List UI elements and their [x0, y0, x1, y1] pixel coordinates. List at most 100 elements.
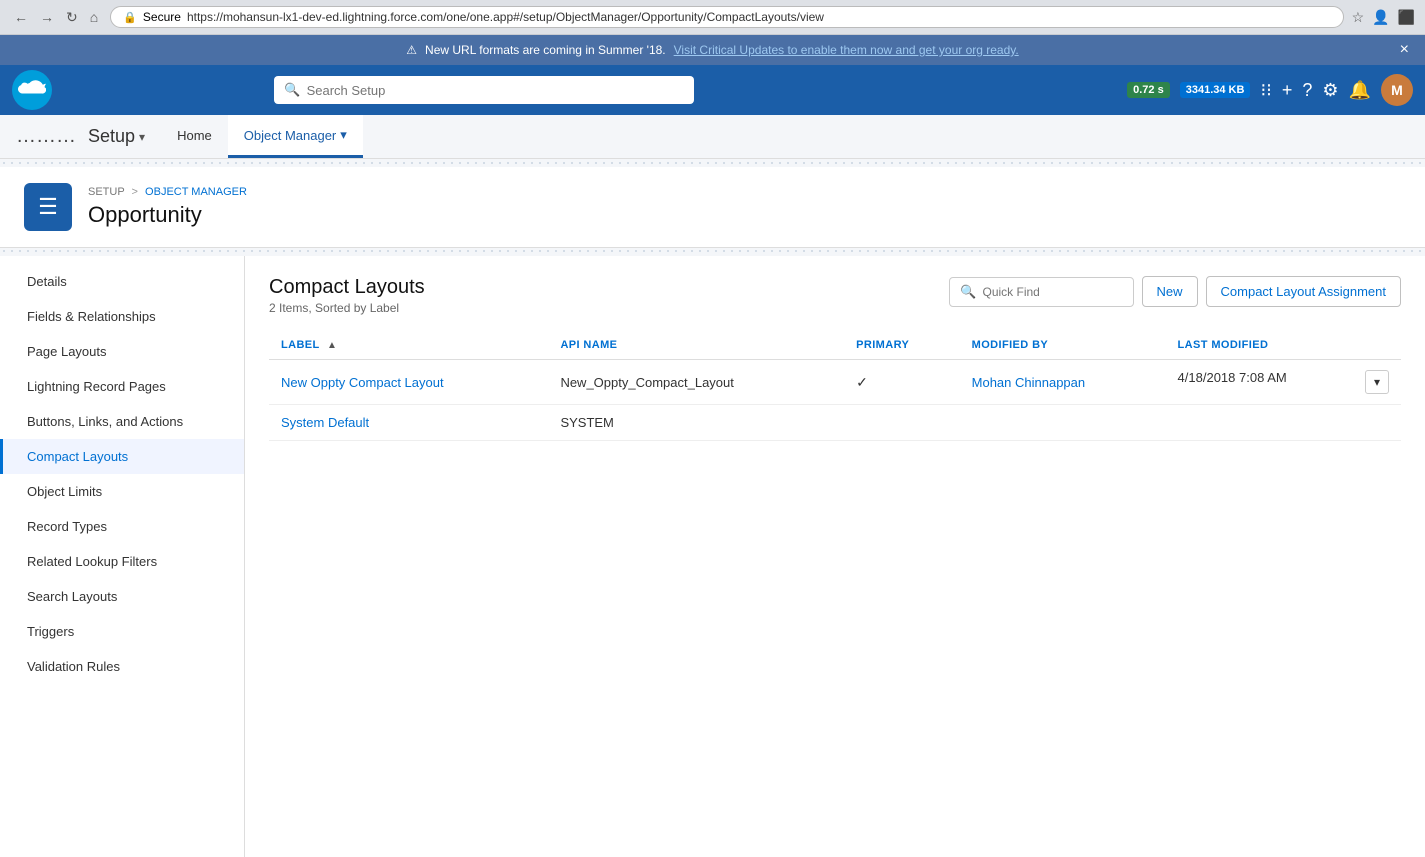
setup-dropdown-icon[interactable]: ▾ — [139, 130, 145, 144]
search-input[interactable] — [307, 83, 685, 98]
page-header-icon: ☰ — [24, 183, 72, 231]
compact-layout-assignment-button[interactable]: Compact Layout Assignment — [1206, 276, 1401, 307]
sidebar-item-triggers-label: Triggers — [27, 624, 74, 639]
nav-dots-icon[interactable]: ⁝⁝ — [1260, 80, 1271, 101]
cell-primary-1: ✓ — [844, 360, 960, 405]
cell-api-name-1: New_Oppty_Compact_Layout — [548, 360, 844, 405]
sidebar-item-compact-layouts[interactable]: Compact Layouts — [0, 439, 244, 474]
cell-last-modified-1: 4/18/2018 7:08 AM ▾ — [1166, 360, 1401, 405]
sidebar-item-related-lookup-filters[interactable]: Related Lookup Filters — [0, 544, 244, 579]
sidebar-item-triggers[interactable]: Triggers — [0, 614, 244, 649]
help-icon[interactable]: ? — [1302, 80, 1312, 101]
row-1-label-link[interactable]: New Oppty Compact Layout — [281, 375, 444, 390]
row-1-action-button[interactable]: ▾ — [1365, 370, 1389, 394]
quick-find-search-icon: 🔍 — [960, 284, 976, 300]
extension-icon[interactable]: ⬛ — [1398, 9, 1415, 26]
header-bg: ☰ SETUP > OBJECT MANAGER Opportunity — [0, 159, 1425, 256]
breadcrumb: SETUP > OBJECT MANAGER — [88, 186, 247, 198]
sidebar-item-buttons-links-actions-label: Buttons, Links, and Actions — [27, 414, 183, 429]
reload-button[interactable]: ↻ — [62, 7, 82, 28]
sidebar-item-fields-relationships[interactable]: Fields & Relationships — [0, 299, 244, 334]
forward-button[interactable]: → — [36, 7, 58, 27]
banner-link[interactable]: Visit Critical Updates to enable them no… — [674, 43, 1019, 57]
sidebar-item-object-limits[interactable]: Object Limits — [0, 474, 244, 509]
salesforce-logo[interactable] — [12, 70, 52, 110]
tab-object-manager-dropdown: ▾ — [340, 127, 347, 143]
tab-object-manager[interactable]: Object Manager ▾ — [228, 115, 363, 158]
sidebar: Details Fields & Relationships Page Layo… — [0, 256, 245, 857]
sort-arrow-label: ▲ — [327, 340, 337, 351]
settings-icon[interactable]: ⚙ — [1322, 80, 1338, 101]
section-actions: 🔍 New Compact Layout Assignment — [949, 276, 1401, 307]
table-row: New Oppty Compact Layout New_Oppty_Compa… — [269, 360, 1401, 405]
col-last-modified-text: LAST MODIFIED — [1178, 339, 1269, 351]
row-1-last-modified-text: 4/18/2018 7:08 AM — [1178, 370, 1287, 385]
sidebar-item-details[interactable]: Details — [0, 264, 244, 299]
profile-icon[interactable]: 👤 — [1372, 9, 1389, 26]
address-bar[interactable]: 🔒 Secure https://mohansun-lx1-dev-ed.lig… — [110, 6, 1343, 28]
row-2-label-link[interactable]: System Default — [281, 415, 369, 430]
sidebar-item-validation-rules[interactable]: Validation Rules — [0, 649, 244, 684]
search-bar[interactable]: 🔍 — [274, 76, 694, 104]
col-header-api-name[interactable]: API NAME — [548, 331, 844, 360]
quick-find-container[interactable]: 🔍 — [949, 277, 1133, 307]
breadcrumb-root: SETUP — [88, 186, 124, 198]
cell-modified-by-2 — [960, 405, 1166, 441]
breadcrumb-link[interactable]: OBJECT MANAGER — [145, 186, 247, 198]
sidebar-item-search-layouts[interactable]: Search Layouts — [0, 579, 244, 614]
primary-checkmark-1: ✓ — [856, 374, 868, 390]
sidebar-item-buttons-links-actions[interactable]: Buttons, Links, and Actions — [0, 404, 244, 439]
cell-label-2: System Default — [269, 405, 548, 441]
main-content: Compact Layouts 2 Items, Sorted by Label… — [245, 256, 1425, 857]
notification-banner: ⚠ New URL formats are coming in Summer '… — [0, 35, 1425, 65]
secure-label: Secure — [143, 10, 181, 24]
sidebar-item-lightning-record-pages-label: Lightning Record Pages — [27, 379, 166, 394]
col-header-primary[interactable]: PRIMARY — [844, 331, 960, 360]
tab-home-label: Home — [177, 128, 212, 143]
performance-badge: 0.72 s — [1127, 82, 1170, 98]
col-modified-by-text: MODIFIED BY — [972, 339, 1049, 351]
cell-last-modified-2 — [1166, 405, 1401, 441]
section-title: Compact Layouts — [269, 276, 425, 299]
banner-text: New URL formats are coming in Summer '18… — [425, 43, 666, 57]
app-launcher-icon[interactable]: ……… — [16, 125, 76, 148]
avatar[interactable]: M — [1381, 74, 1413, 106]
page-title: Opportunity — [88, 202, 247, 228]
top-nav: 🔍 0.72 s 3341.34 KB ⁝⁝ + ? ⚙ 🔔 M — [0, 65, 1425, 115]
search-icon: 🔍 — [284, 82, 300, 98]
cell-modified-by-1: Mohan Chinnappan — [960, 360, 1166, 405]
sidebar-item-record-types[interactable]: Record Types — [0, 509, 244, 544]
table-row: System Default SYSTEM — [269, 405, 1401, 441]
setup-label[interactable]: Setup — [88, 126, 135, 147]
cell-api-name-2: SYSTEM — [548, 405, 844, 441]
col-header-last-modified[interactable]: LAST MODIFIED — [1166, 331, 1401, 360]
nav-tabs: Home Object Manager ▾ — [161, 115, 363, 158]
col-header-label[interactable]: LABEL ▲ — [269, 331, 548, 360]
sidebar-item-record-types-label: Record Types — [27, 519, 107, 534]
new-button[interactable]: New — [1142, 276, 1198, 307]
star-icon[interactable]: ☆ — [1352, 9, 1365, 26]
add-icon[interactable]: + — [1282, 80, 1293, 101]
table-header-row: LABEL ▲ API NAME PRIMARY MODIFIED BY LAS… — [269, 331, 1401, 360]
section-subtitle: 2 Items, Sorted by Label — [269, 301, 425, 315]
sidebar-item-related-lookup-filters-label: Related Lookup Filters — [27, 554, 157, 569]
quick-find-input[interactable] — [983, 285, 1123, 299]
page-header: ☰ SETUP > OBJECT MANAGER Opportunity — [0, 167, 1425, 248]
secondary-nav: ……… Setup ▾ Home Object Manager ▾ — [0, 115, 1425, 159]
sidebar-item-lightning-record-pages[interactable]: Lightning Record Pages — [0, 369, 244, 404]
row-1-modified-by-link[interactable]: Mohan Chinnappan — [972, 375, 1085, 390]
home-button[interactable]: ⌂ — [86, 7, 102, 27]
sidebar-item-compact-layouts-label: Compact Layouts — [27, 449, 128, 464]
sidebar-item-page-layouts[interactable]: Page Layouts — [0, 334, 244, 369]
tab-home[interactable]: Home — [161, 115, 228, 158]
notifications-icon[interactable]: 🔔 — [1349, 80, 1371, 101]
banner-close-button[interactable]: × — [1400, 41, 1409, 59]
col-header-modified-by[interactable]: MODIFIED BY — [960, 331, 1166, 360]
section-title-area: Compact Layouts 2 Items, Sorted by Label — [269, 276, 425, 315]
cell-primary-2 — [844, 405, 960, 441]
memory-badge: 3341.34 KB — [1180, 82, 1251, 98]
sidebar-item-object-limits-label: Object Limits — [27, 484, 102, 499]
compact-layouts-table: LABEL ▲ API NAME PRIMARY MODIFIED BY LAS… — [269, 331, 1401, 441]
secure-icon: 🔒 — [123, 11, 137, 24]
back-button[interactable]: ← — [10, 7, 32, 27]
